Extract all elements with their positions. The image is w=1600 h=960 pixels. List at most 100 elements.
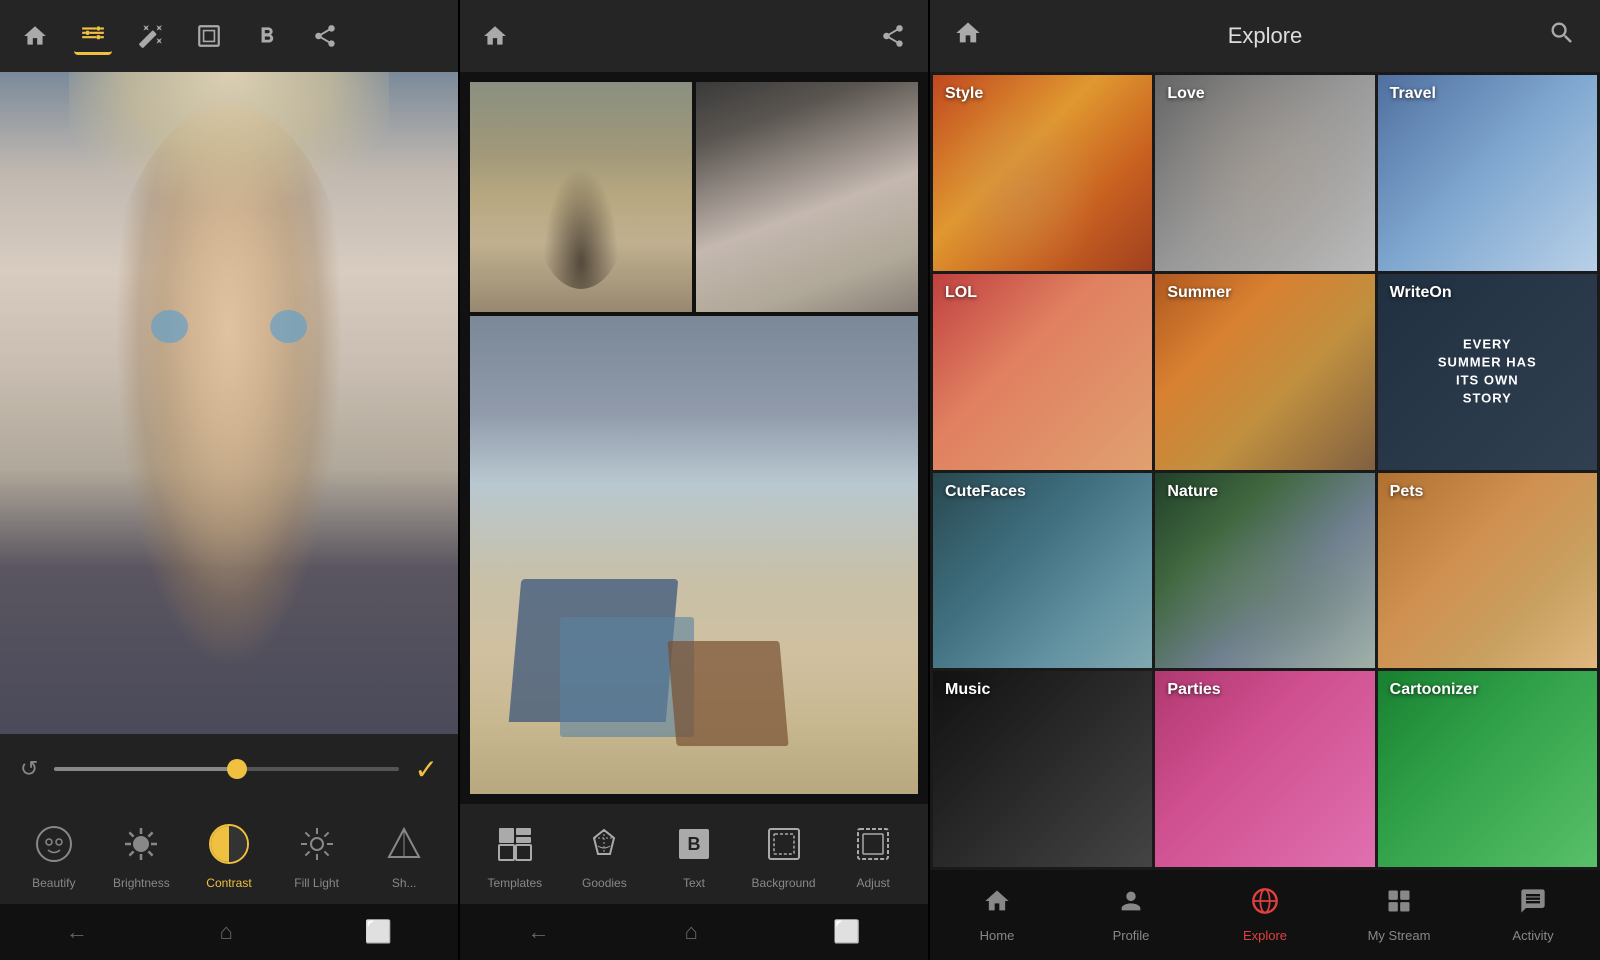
nav-explore[interactable]: Explore xyxy=(1225,887,1305,943)
category-summer[interactable]: Summer xyxy=(1155,274,1374,470)
home-button[interactable] xyxy=(16,17,54,55)
sharpen-icon xyxy=(378,818,430,870)
collage-canvas xyxy=(460,72,928,804)
templates-icon xyxy=(489,818,541,870)
contrast-icon xyxy=(203,818,255,870)
nature-label: Nature xyxy=(1167,483,1218,501)
magic-button[interactable] xyxy=(132,17,170,55)
p1-nav-bar: ← ⌂ ⬜ xyxy=(0,904,458,960)
collage-row-2 xyxy=(470,316,918,794)
search-button[interactable] xyxy=(1548,19,1576,54)
category-pets[interactable]: Pets xyxy=(1378,473,1597,669)
adjust-tool[interactable]: Adjust xyxy=(838,818,908,890)
frame-button[interactable] xyxy=(190,17,228,55)
back-button[interactable]: ← xyxy=(42,911,112,953)
collage-editor-panel: Templates Goodies B Text xyxy=(460,0,930,960)
background-icon xyxy=(758,818,810,870)
explore-nav-bar: Home Profile Explore My Stream xyxy=(930,870,1600,960)
explore-title: Explore xyxy=(982,23,1548,49)
adjust-icon xyxy=(847,818,899,870)
templates-label: Templates xyxy=(487,876,542,890)
bold-button[interactable] xyxy=(248,17,286,55)
tools-row: Beautify Brightness xyxy=(0,804,458,904)
nav-mystream-icon xyxy=(1385,887,1413,922)
fill-light-tool[interactable]: Fill Light xyxy=(282,818,352,890)
adjustment-slider[interactable] xyxy=(54,767,398,771)
nav-explore-icon xyxy=(1251,887,1279,922)
nav-home[interactable]: Home xyxy=(957,887,1037,943)
collage-toolbar xyxy=(460,0,928,72)
editor-toolbar xyxy=(0,0,458,72)
beautify-tool[interactable]: Beautify xyxy=(19,818,89,890)
goodies-tool[interactable]: Goodies xyxy=(569,818,639,890)
lol-label: LOL xyxy=(945,284,977,302)
brightness-label: Brightness xyxy=(113,876,170,890)
category-lol[interactable]: LOL xyxy=(933,274,1152,470)
goodies-label: Goodies xyxy=(582,876,627,890)
p2-home-button[interactable]: ⌂ xyxy=(661,911,722,953)
contrast-tool[interactable]: Contrast xyxy=(194,818,264,890)
p2-nav-bar: ← ⌂ ⬜ xyxy=(460,904,928,960)
music-label: Music xyxy=(945,681,990,699)
collage-row-1 xyxy=(470,82,918,312)
home-nav-button[interactable]: ⌂ xyxy=(196,911,257,953)
tune-button[interactable] xyxy=(74,17,112,55)
category-travel[interactable]: Travel xyxy=(1378,75,1597,271)
style-label: Style xyxy=(945,85,983,103)
recent-button[interactable]: ⬜ xyxy=(341,911,416,953)
category-music[interactable]: Music xyxy=(933,671,1152,867)
background-label: Background xyxy=(752,876,816,890)
brightness-icon xyxy=(115,818,167,870)
sharpen-label: Sh... xyxy=(392,876,417,890)
category-cartoonizer[interactable]: Cartoonizer xyxy=(1378,671,1597,867)
slider-row: ↺ ✓ xyxy=(0,734,458,804)
collage-cell-girl2[interactable] xyxy=(696,82,918,312)
p2-recent-button[interactable]: ⬜ xyxy=(809,911,884,953)
summer-label: Summer xyxy=(1167,284,1231,302)
nav-home-label: Home xyxy=(980,928,1015,943)
cutefaces-label: CuteFaces xyxy=(945,483,1026,501)
collage-cell-bike[interactable] xyxy=(470,82,692,312)
brightness-tool[interactable]: Brightness xyxy=(106,818,176,890)
explore-panel: Explore Style Love Travel LOL Summer xyxy=(930,0,1600,960)
explore-header: Explore xyxy=(930,0,1600,72)
category-writeon[interactable]: WriteOn EVERY SUMMER HAS ITS OWN STORY xyxy=(1378,274,1597,470)
beautify-label: Beautify xyxy=(32,876,75,890)
category-nature[interactable]: Nature xyxy=(1155,473,1374,669)
writeon-label: WriteOn xyxy=(1390,284,1452,302)
beautify-icon xyxy=(28,818,80,870)
nav-mystream[interactable]: My Stream xyxy=(1359,887,1439,943)
svg-text:B: B xyxy=(687,834,700,854)
photo-preview xyxy=(0,72,458,734)
confirm-button[interactable]: ✓ xyxy=(415,753,438,786)
nav-activity-label: Activity xyxy=(1512,928,1553,943)
category-style[interactable]: Style xyxy=(933,75,1152,271)
text-label: Text xyxy=(683,876,705,890)
share-button[interactable] xyxy=(306,17,344,55)
explore-home-button[interactable] xyxy=(954,19,982,54)
p2-back-button[interactable]: ← xyxy=(504,911,574,953)
category-cutefaces[interactable]: CuteFaces xyxy=(933,473,1152,669)
text-icon: B xyxy=(668,818,720,870)
collage-cell-boats[interactable] xyxy=(470,316,918,794)
love-label: Love xyxy=(1167,85,1204,103)
category-parties[interactable]: Parties xyxy=(1155,671,1374,867)
writeon-text: EVERY SUMMER HAS ITS OWN STORY xyxy=(1432,335,1542,408)
templates-tool[interactable]: Templates xyxy=(480,818,550,890)
sharpen-tool[interactable]: Sh... xyxy=(369,818,439,890)
pets-label: Pets xyxy=(1390,483,1424,501)
nav-activity[interactable]: Activity xyxy=(1493,887,1573,943)
nav-activity-icon xyxy=(1519,887,1547,922)
collage-home-button[interactable] xyxy=(476,17,514,55)
category-love[interactable]: Love xyxy=(1155,75,1374,271)
background-tool[interactable]: Background xyxy=(749,818,819,890)
adjust-label: Adjust xyxy=(856,876,889,890)
photo-editor-panel: ↺ ✓ Beautify xyxy=(0,0,460,960)
parties-label: Parties xyxy=(1167,681,1220,699)
undo-button[interactable]: ↺ xyxy=(20,756,38,782)
nav-profile[interactable]: Profile xyxy=(1091,887,1171,943)
nav-mystream-label: My Stream xyxy=(1368,928,1431,943)
text-tool[interactable]: B Text xyxy=(659,818,729,890)
nav-explore-label: Explore xyxy=(1243,928,1287,943)
collage-share-button[interactable] xyxy=(874,17,912,55)
